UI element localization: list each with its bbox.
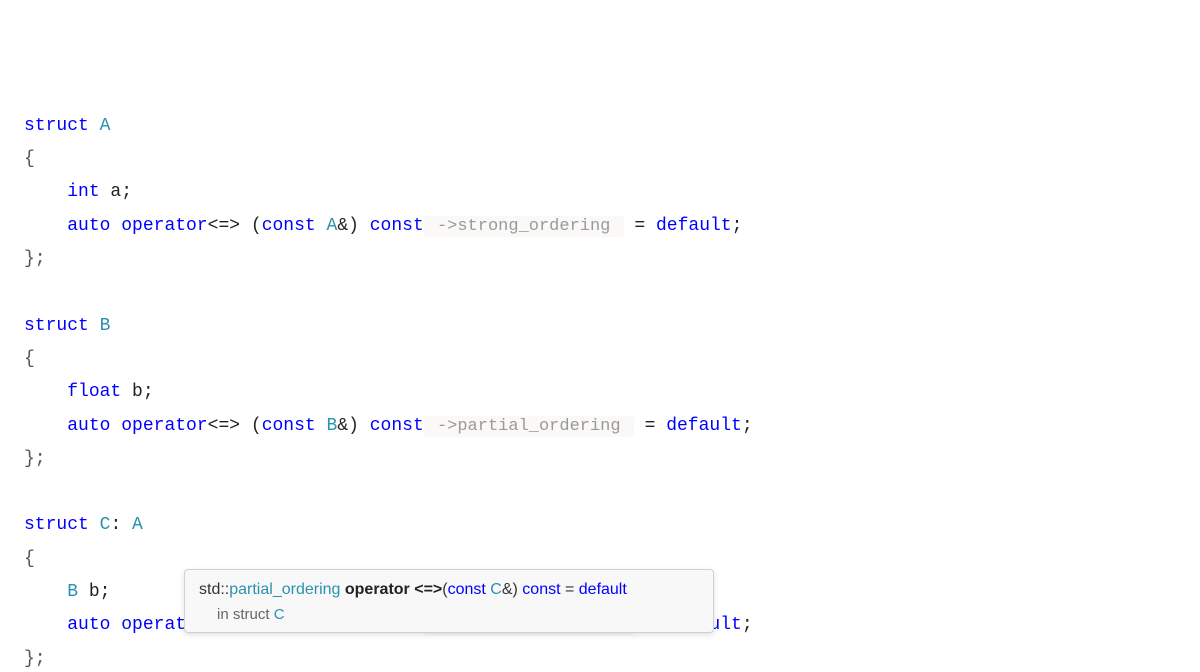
code-token: A bbox=[100, 116, 111, 136]
code-token: }; bbox=[24, 449, 46, 469]
code-token: b; bbox=[78, 582, 110, 602]
code-token: ; bbox=[742, 615, 753, 635]
code-token: auto bbox=[67, 615, 110, 635]
code-token bbox=[24, 615, 67, 635]
code-token bbox=[24, 582, 67, 602]
code-line[interactable]: { bbox=[24, 343, 1200, 376]
tooltip-ns: std:: bbox=[199, 581, 229, 598]
code-token: a; bbox=[100, 182, 132, 202]
tooltip-operator-symbol: <=> bbox=[410, 581, 442, 598]
code-token bbox=[89, 316, 100, 336]
code-token: { bbox=[24, 149, 35, 169]
code-token: = bbox=[624, 216, 656, 236]
code-line[interactable] bbox=[24, 476, 1200, 509]
code-token: auto bbox=[67, 216, 110, 236]
code-token: float bbox=[67, 382, 121, 402]
code-editor[interactable]: struct A{ int a; auto operator<=> (const… bbox=[0, 0, 1200, 672]
code-line[interactable]: auto operator<=> (const B&) const ->part… bbox=[24, 410, 1200, 443]
code-token: = bbox=[634, 416, 666, 436]
hover-tooltip: std::partial_ordering operator <=>(const… bbox=[184, 569, 714, 633]
code-token: B bbox=[67, 582, 78, 602]
tooltip-context-prefix: in struct bbox=[217, 606, 274, 623]
code-token: ; bbox=[742, 416, 753, 436]
code-token: A bbox=[327, 216, 338, 236]
code-token: B bbox=[100, 316, 111, 336]
tooltip-param-ref: &) bbox=[502, 581, 518, 598]
code-token bbox=[110, 416, 121, 436]
code-token: <=> ( bbox=[208, 416, 262, 436]
tooltip-signature: std::partial_ordering operator <=>(const… bbox=[199, 578, 699, 603]
code-token: b; bbox=[121, 382, 153, 402]
code-token: A bbox=[132, 515, 143, 535]
tooltip-const-kw: const bbox=[448, 581, 486, 598]
code-line[interactable]: struct B bbox=[24, 310, 1200, 343]
code-token: C bbox=[100, 515, 111, 535]
tooltip-default: default bbox=[579, 581, 627, 598]
code-token: B bbox=[327, 416, 338, 436]
tooltip-trailing-const: const bbox=[518, 581, 561, 598]
code-token bbox=[110, 216, 121, 236]
code-token: ->partial_ordering bbox=[424, 416, 634, 437]
code-token: auto bbox=[67, 416, 110, 436]
code-token: default bbox=[656, 216, 732, 236]
code-token: <=> ( bbox=[208, 216, 262, 236]
tooltip-eq: = bbox=[561, 581, 579, 598]
code-token: struct bbox=[24, 116, 89, 136]
code-line[interactable]: auto operator<=> (const A&) const ->stro… bbox=[24, 210, 1200, 243]
code-token: : bbox=[110, 515, 132, 535]
code-token bbox=[316, 216, 327, 236]
code-token: const bbox=[370, 416, 424, 436]
code-token: { bbox=[24, 349, 35, 369]
code-token bbox=[89, 116, 100, 136]
code-line[interactable]: }; bbox=[24, 443, 1200, 476]
code-line[interactable]: }; bbox=[24, 643, 1200, 672]
tooltip-param-type: C bbox=[486, 581, 502, 598]
code-token: }; bbox=[24, 649, 46, 669]
code-token bbox=[89, 515, 100, 535]
code-token: const bbox=[262, 216, 316, 236]
code-line[interactable]: { bbox=[24, 143, 1200, 176]
code-line[interactable]: float b; bbox=[24, 376, 1200, 409]
tooltip-context: in struct C bbox=[199, 603, 699, 626]
code-token bbox=[316, 416, 327, 436]
code-token bbox=[24, 416, 67, 436]
code-token: struct bbox=[24, 316, 89, 336]
code-token bbox=[24, 216, 67, 236]
code-token: default bbox=[666, 416, 742, 436]
code-token: int bbox=[67, 182, 99, 202]
code-line[interactable]: int a; bbox=[24, 176, 1200, 209]
code-line[interactable]: }; bbox=[24, 243, 1200, 276]
tooltip-operator-keyword: operator bbox=[345, 581, 410, 598]
tooltip-return-type: partial_ordering bbox=[229, 581, 340, 598]
code-token: operator bbox=[121, 216, 207, 236]
code-token bbox=[24, 382, 67, 402]
code-line[interactable]: struct C: A bbox=[24, 509, 1200, 542]
code-token: struct bbox=[24, 515, 89, 535]
code-token: &) bbox=[337, 216, 369, 236]
code-token: ->strong_ordering bbox=[424, 216, 624, 237]
code-token: &) bbox=[337, 416, 369, 436]
tooltip-context-type: C bbox=[274, 606, 285, 623]
code-token: operator bbox=[121, 416, 207, 436]
code-line[interactable] bbox=[24, 276, 1200, 309]
code-token: const bbox=[370, 216, 424, 236]
code-line[interactable]: struct A bbox=[24, 110, 1200, 143]
code-token: const bbox=[262, 416, 316, 436]
code-token: }; bbox=[24, 249, 46, 269]
code-token: { bbox=[24, 549, 35, 569]
code-token bbox=[24, 182, 67, 202]
code-token bbox=[110, 615, 121, 635]
code-token: ; bbox=[732, 216, 743, 236]
